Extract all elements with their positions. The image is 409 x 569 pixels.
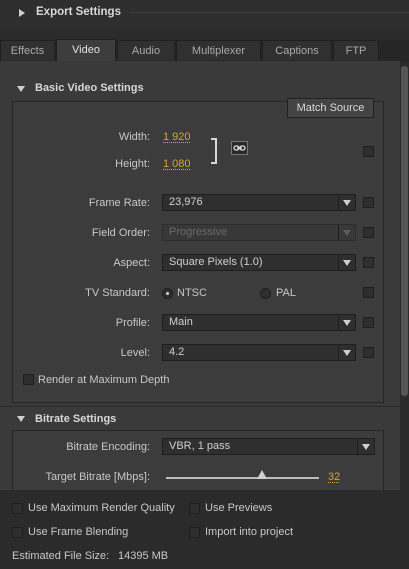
- scrollbar-thumb[interactable]: [401, 66, 408, 396]
- max-render-quality-checkbox[interactable]: [12, 503, 23, 514]
- frame-rate-label: Frame Rate:: [88, 197, 150, 209]
- link-icon[interactable]: [231, 141, 248, 155]
- profile-value: Main: [169, 316, 193, 328]
- estimated-file-size-label: Estimated File Size:: [12, 550, 110, 562]
- header-divider: [130, 12, 409, 13]
- target-bitrate-slider[interactable]: [166, 477, 319, 479]
- render-max-depth-label: Render at Maximum Depth: [38, 374, 170, 386]
- width-value[interactable]: 1 920: [163, 131, 191, 143]
- use-previews-checkbox[interactable]: [189, 503, 200, 514]
- collapse-triangle-icon[interactable]: [17, 86, 25, 92]
- tab-audio[interactable]: Audio: [117, 40, 175, 60]
- import-project-label: Import into project: [205, 526, 294, 538]
- aspect-checkbox[interactable]: [363, 257, 374, 268]
- disclosure-triangle-icon[interactable]: [19, 9, 25, 17]
- field-order-select[interactable]: Progressive: [162, 224, 356, 241]
- tv-standard-label: TV Standard:: [85, 287, 150, 299]
- match-source-button[interactable]: Match Source: [287, 98, 374, 118]
- profile-select[interactable]: Main: [162, 314, 356, 331]
- height-value[interactable]: 1 080: [163, 158, 191, 170]
- aspect-value: Square Pixels (1.0): [169, 256, 263, 268]
- dimension-link-bracket: [211, 138, 217, 164]
- collapse-triangle-icon[interactable]: [17, 416, 25, 422]
- profile-label: Profile:: [115, 317, 150, 329]
- chevron-down-icon: [343, 260, 351, 266]
- frame-blending-checkbox[interactable]: [12, 527, 23, 538]
- frame-rate-value: 23,976: [169, 196, 203, 208]
- tab-effects[interactable]: Effects: [0, 40, 55, 60]
- export-settings-title: Export Settings: [36, 6, 121, 18]
- tab-video[interactable]: Video: [56, 39, 116, 61]
- level-label: Level:: [120, 347, 150, 359]
- section-divider: [0, 406, 400, 407]
- basic-video-settings-title: Basic Video Settings: [35, 82, 144, 94]
- target-bitrate-label: Target Bitrate [Mbps]:: [45, 471, 150, 483]
- profile-checkbox[interactable]: [363, 317, 374, 328]
- aspect-select[interactable]: Square Pixels (1.0): [162, 254, 356, 271]
- tv-standard-checkbox[interactable]: [363, 287, 374, 298]
- render-max-depth-checkbox[interactable]: [23, 374, 34, 385]
- chevron-down-icon: [362, 444, 370, 450]
- frame-rate-checkbox[interactable]: [363, 197, 374, 208]
- field-order-checkbox[interactable]: [363, 227, 374, 238]
- estimated-file-size-value: 14395 MB: [118, 550, 169, 562]
- aspect-label: Aspect:: [113, 257, 150, 269]
- pal-radio[interactable]: [260, 288, 271, 299]
- chevron-down-icon: [343, 200, 351, 206]
- ntsc-label: NTSC: [177, 287, 207, 299]
- export-settings-header[interactable]: Export Settings: [0, 0, 409, 30]
- chevron-down-icon: [343, 320, 351, 326]
- chevron-down-icon: [343, 350, 351, 356]
- level-value: 4.2: [169, 346, 185, 358]
- dimensions-override-checkbox[interactable]: [363, 146, 374, 157]
- bitrate-encoding-select[interactable]: VBR, 1 pass: [162, 438, 375, 455]
- target-bitrate-value[interactable]: 32: [328, 471, 340, 483]
- pal-label: PAL: [276, 287, 296, 299]
- max-render-quality-label: Use Maximum Render Quality: [28, 502, 175, 514]
- field-order-label: Field Order:: [91, 227, 150, 239]
- height-label: Height:: [115, 158, 150, 170]
- use-previews-label: Use Previews: [205, 502, 273, 514]
- frame-blending-label: Use Frame Blending: [28, 526, 129, 538]
- level-checkbox[interactable]: [363, 347, 374, 358]
- tab-multiplexer[interactable]: Multiplexer: [176, 40, 261, 60]
- field-order-value: Progressive: [169, 226, 228, 238]
- frame-rate-select[interactable]: 23,976: [162, 194, 356, 211]
- tab-ftp[interactable]: FTP: [333, 40, 379, 60]
- target-bitrate-slider-thumb[interactable]: [257, 470, 268, 479]
- bitrate-encoding-label: Bitrate Encoding:: [66, 441, 150, 453]
- import-project-checkbox[interactable]: [189, 527, 200, 538]
- tab-captions[interactable]: Captions: [262, 40, 332, 60]
- bitrate-settings-title: Bitrate Settings: [35, 413, 117, 425]
- level-select[interactable]: 4.2: [162, 344, 356, 361]
- bitrate-encoding-value: VBR, 1 pass: [169, 440, 231, 452]
- width-label: Width:: [118, 131, 150, 143]
- chevron-down-icon: [343, 230, 351, 236]
- ntsc-radio[interactable]: [162, 288, 173, 299]
